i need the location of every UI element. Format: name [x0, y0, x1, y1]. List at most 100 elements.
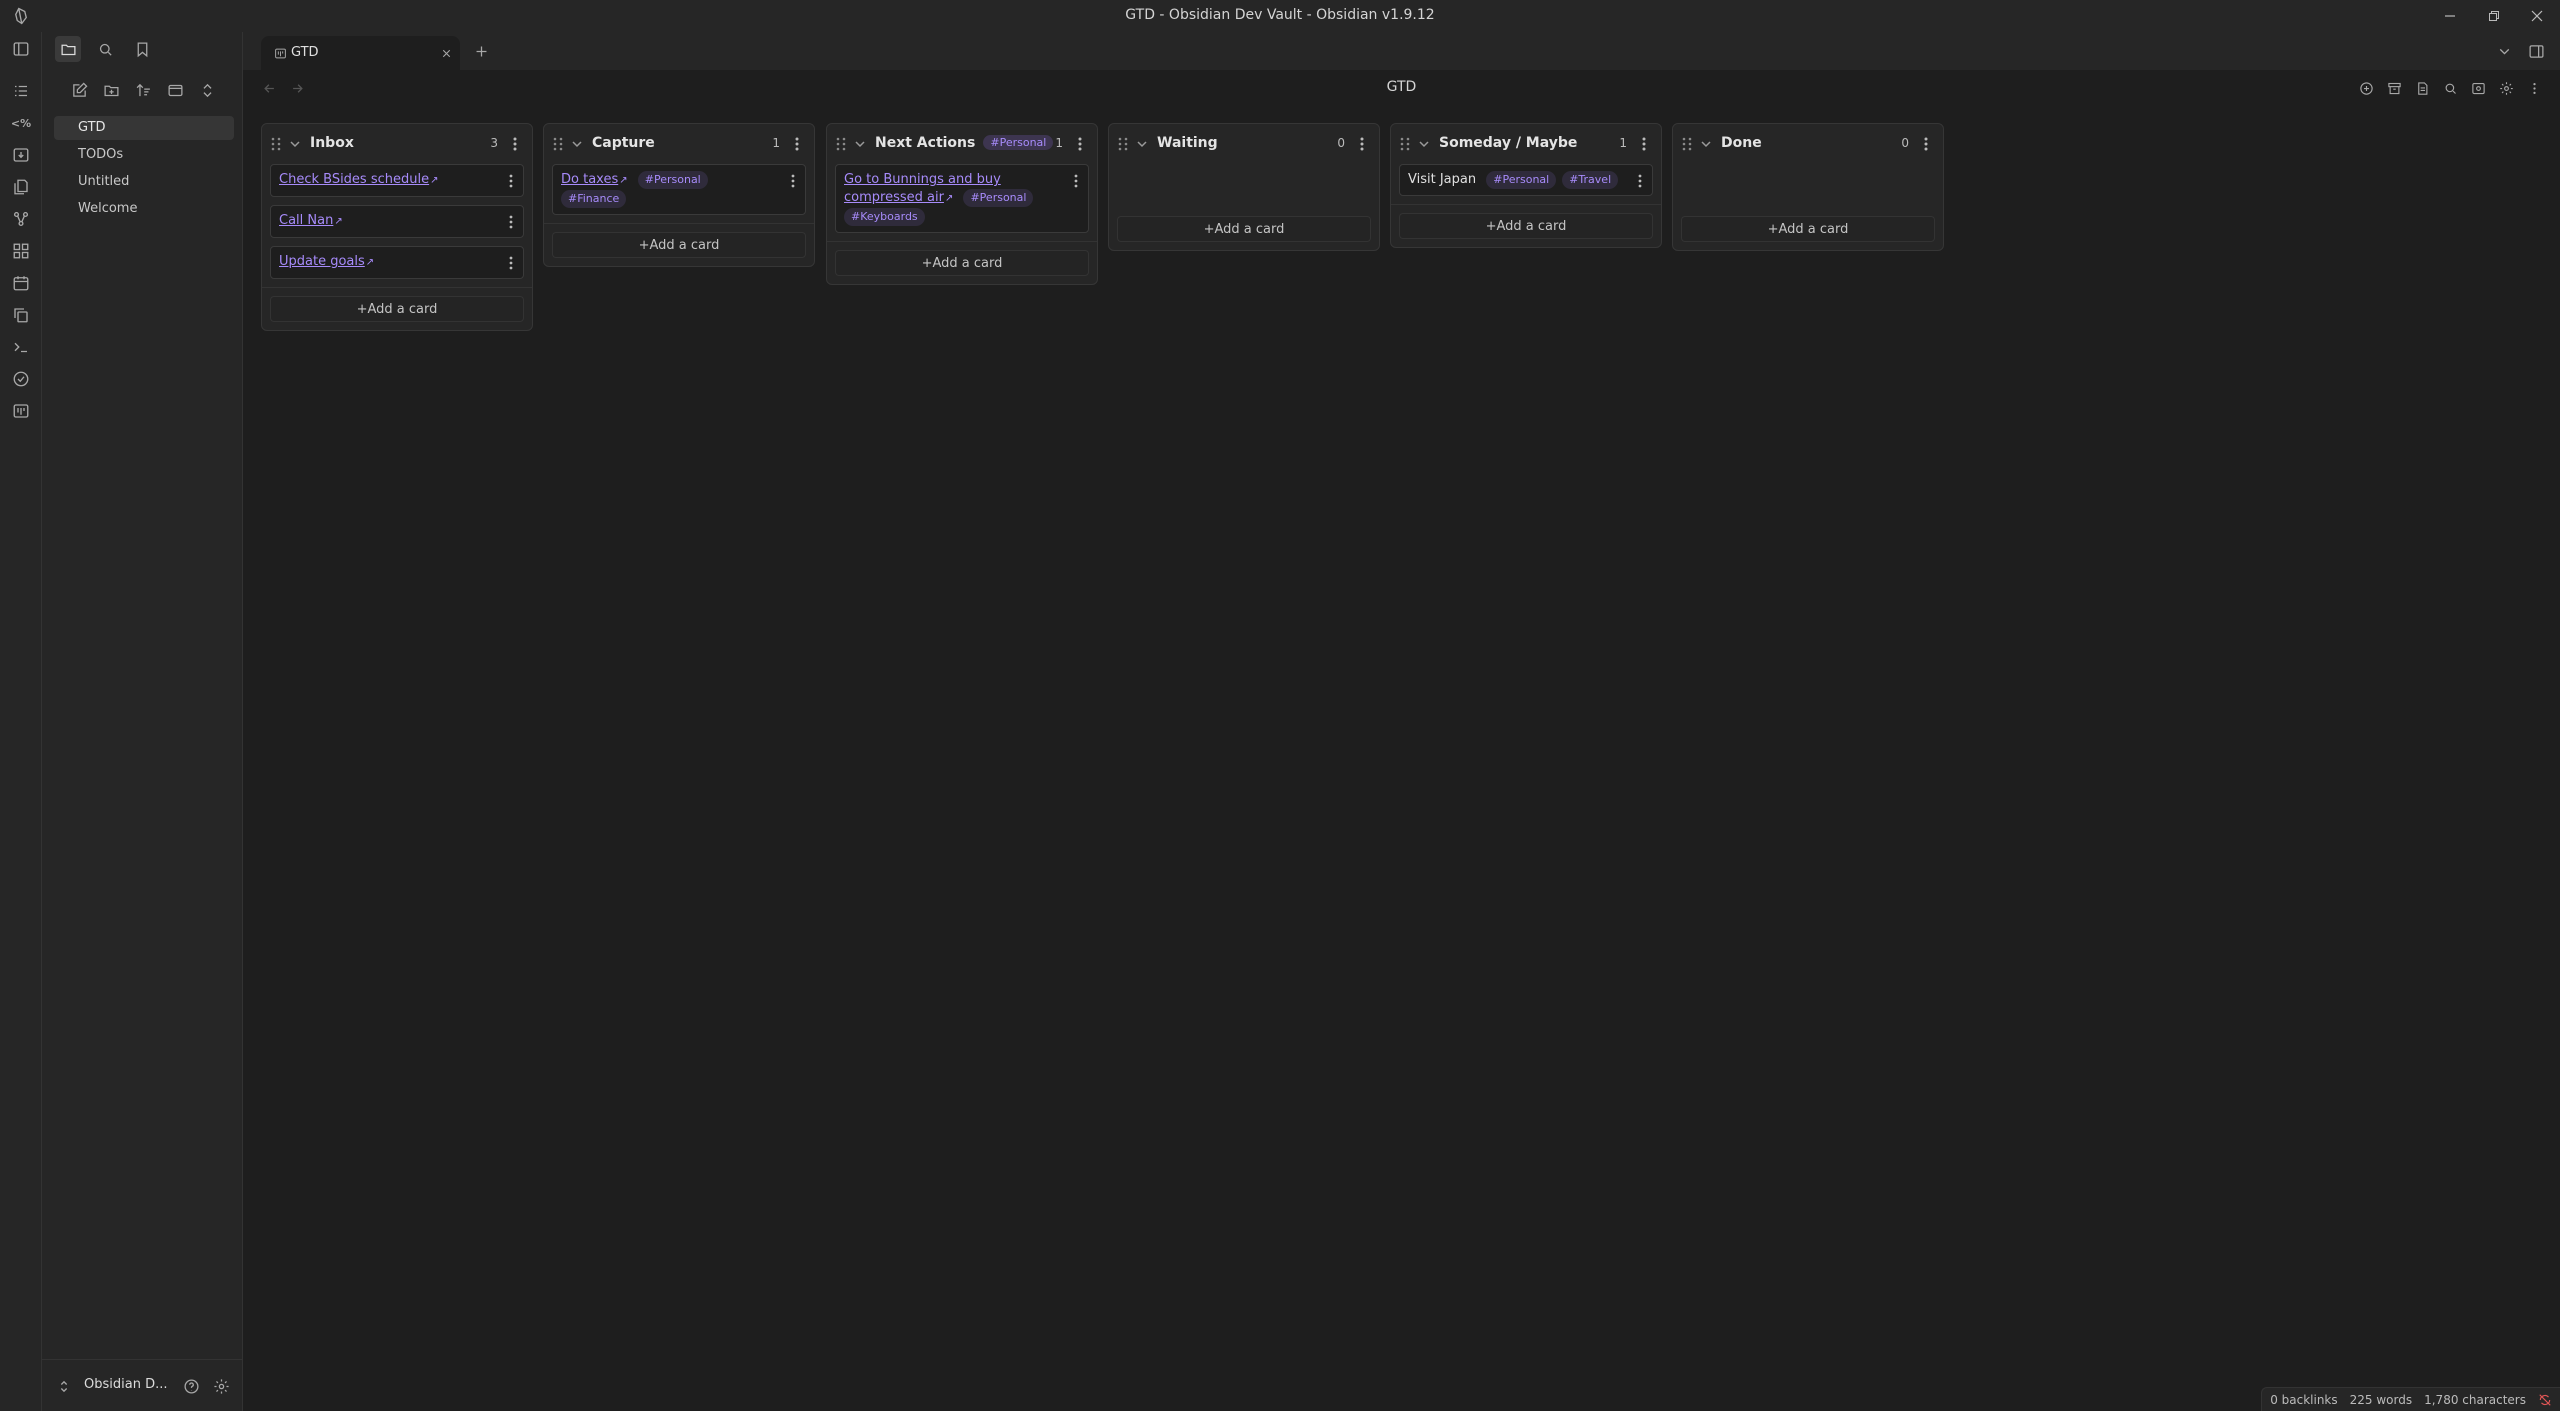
toggle-right-sidebar-icon[interactable] — [2523, 38, 2549, 64]
kanban-card[interactable]: Do taxes↗ #Personal #Finance — [552, 164, 806, 215]
board-search-icon[interactable] — [2440, 78, 2460, 98]
board-view-icon[interactable] — [2468, 78, 2488, 98]
file-item-welcome[interactable]: Welcome — [54, 197, 234, 221]
drag-handle-icon[interactable] — [1117, 136, 1129, 152]
file-item-gtd[interactable]: GTD — [54, 116, 234, 140]
lane-menu-icon[interactable] — [1355, 134, 1369, 154]
lane-title-text: Inbox — [310, 135, 354, 151]
copy-icon[interactable] — [10, 304, 32, 326]
external-link-icon: ↗ — [430, 175, 439, 186]
collapse-all-icon[interactable] — [194, 77, 220, 103]
templater-icon[interactable]: <% — [10, 112, 32, 134]
kanban-card[interactable]: Check BSides schedule↗ — [270, 164, 524, 197]
graph-view-icon[interactable] — [10, 208, 32, 230]
collapse-chevron-icon[interactable] — [570, 136, 584, 152]
tag[interactable]: #Personal — [963, 189, 1034, 207]
card-link[interactable]: Update goals — [279, 254, 365, 269]
card-menu-icon[interactable] — [505, 213, 517, 231]
file-copy-icon[interactable] — [10, 176, 32, 198]
card-link[interactable]: Check BSides schedule — [279, 172, 429, 187]
tag[interactable]: #Keyboards — [844, 208, 925, 226]
add-card-button[interactable]: +Add a card — [552, 232, 806, 258]
archive-icon[interactable] — [2384, 78, 2404, 98]
tab-gtd[interactable]: GTD — [261, 36, 460, 70]
empty-lane-area[interactable] — [1673, 164, 1943, 216]
card-menu-icon[interactable] — [505, 254, 517, 272]
drag-handle-icon[interactable] — [835, 136, 847, 152]
drag-handle-icon[interactable] — [1681, 136, 1693, 152]
lane-menu-icon[interactable] — [1637, 134, 1651, 154]
help-icon[interactable] — [178, 1373, 204, 1399]
lane-title-text: Capture — [592, 135, 655, 151]
tag[interactable]: #Personal — [1486, 171, 1557, 189]
lane-menu-icon[interactable] — [1919, 134, 1933, 154]
lane-menu-icon[interactable] — [790, 134, 804, 154]
open-as-markdown-icon[interactable] — [2412, 78, 2432, 98]
sort-icon[interactable] — [130, 77, 156, 103]
files-tab-icon[interactable] — [55, 36, 81, 62]
auto-reveal-icon[interactable] — [162, 77, 188, 103]
terminal-icon[interactable] — [10, 336, 32, 358]
canvas-icon[interactable] — [10, 240, 32, 262]
add-card-button[interactable]: +Add a card — [1399, 213, 1653, 239]
add-card-button[interactable]: +Add a card — [1681, 216, 1935, 242]
collapse-chevron-icon[interactable] — [1699, 136, 1713, 152]
lane-title-text: Done — [1721, 135, 1762, 151]
new-tab-icon[interactable] — [468, 38, 494, 64]
view-title[interactable]: GTD — [243, 79, 2560, 95]
drag-handle-icon[interactable] — [1399, 136, 1411, 152]
tab-close-icon[interactable] — [433, 40, 459, 66]
outline-icon[interactable] — [10, 80, 32, 102]
new-note-icon[interactable] — [66, 77, 92, 103]
close-window-button[interactable] — [2520, 4, 2554, 28]
card-menu-icon[interactable] — [505, 172, 517, 190]
empty-lane-area[interactable] — [1109, 164, 1379, 216]
tag[interactable]: #Finance — [561, 190, 627, 208]
bookmark-icon[interactable] — [129, 36, 155, 62]
sync-status-icon[interactable] — [2538, 1393, 2552, 1407]
kanban-icon[interactable] — [10, 400, 32, 422]
search-icon[interactable] — [92, 36, 118, 62]
collapse-chevron-icon[interactable] — [288, 136, 302, 152]
lane-menu-icon[interactable] — [508, 134, 522, 154]
drag-handle-icon[interactable] — [552, 136, 564, 152]
more-options-icon[interactable] — [2524, 78, 2544, 98]
tasks-check-icon[interactable] — [10, 368, 32, 390]
tag[interactable]: #Travel — [1562, 171, 1619, 189]
card-menu-icon[interactable] — [787, 172, 799, 190]
collapse-chevron-icon[interactable] — [1417, 136, 1431, 152]
tab-list-chevron-icon[interactable] — [2491, 38, 2517, 64]
file-item-todos[interactable]: TODOs — [54, 143, 234, 167]
add-card-button[interactable]: +Add a card — [1117, 216, 1371, 242]
lane-menu-icon[interactable] — [1073, 134, 1087, 154]
kanban-card[interactable]: Visit Japan #Personal #Travel — [1399, 164, 1653, 196]
calendar-icon[interactable] — [10, 272, 32, 294]
backlinks-count[interactable]: 0 backlinks — [2270, 1393, 2337, 1407]
add-list-icon[interactable] — [2356, 78, 2376, 98]
settings-gear-icon[interactable] — [208, 1373, 234, 1399]
sidebar-tab-header — [42, 32, 243, 68]
card-link[interactable]: Do taxes — [561, 172, 618, 187]
new-folder-icon[interactable] — [98, 77, 124, 103]
card-menu-icon[interactable] — [1070, 172, 1082, 190]
maximize-button[interactable] — [2477, 4, 2511, 28]
drag-handle-icon[interactable] — [270, 136, 282, 152]
board-settings-icon[interactable] — [2496, 78, 2516, 98]
add-card-button[interactable]: +Add a card — [835, 250, 1089, 276]
toggle-sidebar-icon[interactable] — [10, 38, 32, 60]
lane-tag[interactable]: #Personal — [983, 135, 1054, 150]
minimize-button[interactable] — [2433, 4, 2467, 28]
vault-name[interactable]: Obsidian D... — [84, 1377, 167, 1392]
collapse-chevron-icon[interactable] — [1135, 136, 1149, 152]
kanban-card[interactable]: Go to Bunnings and buy compressed air↗ #… — [835, 164, 1089, 233]
file-item-untitled[interactable]: Untitled — [54, 170, 234, 194]
tag[interactable]: #Personal — [637, 171, 708, 189]
add-card-button[interactable]: +Add a card — [270, 296, 524, 322]
card-menu-icon[interactable] — [1634, 172, 1646, 190]
card-link[interactable]: Call Nan — [279, 213, 333, 228]
kanban-card[interactable]: Update goals↗ — [270, 246, 524, 279]
download-icon[interactable] — [10, 144, 32, 166]
collapse-chevron-icon[interactable] — [853, 136, 867, 152]
kanban-card[interactable]: Call Nan↗ — [270, 205, 524, 238]
vault-switch-chevron-icon[interactable] — [56, 1373, 72, 1399]
